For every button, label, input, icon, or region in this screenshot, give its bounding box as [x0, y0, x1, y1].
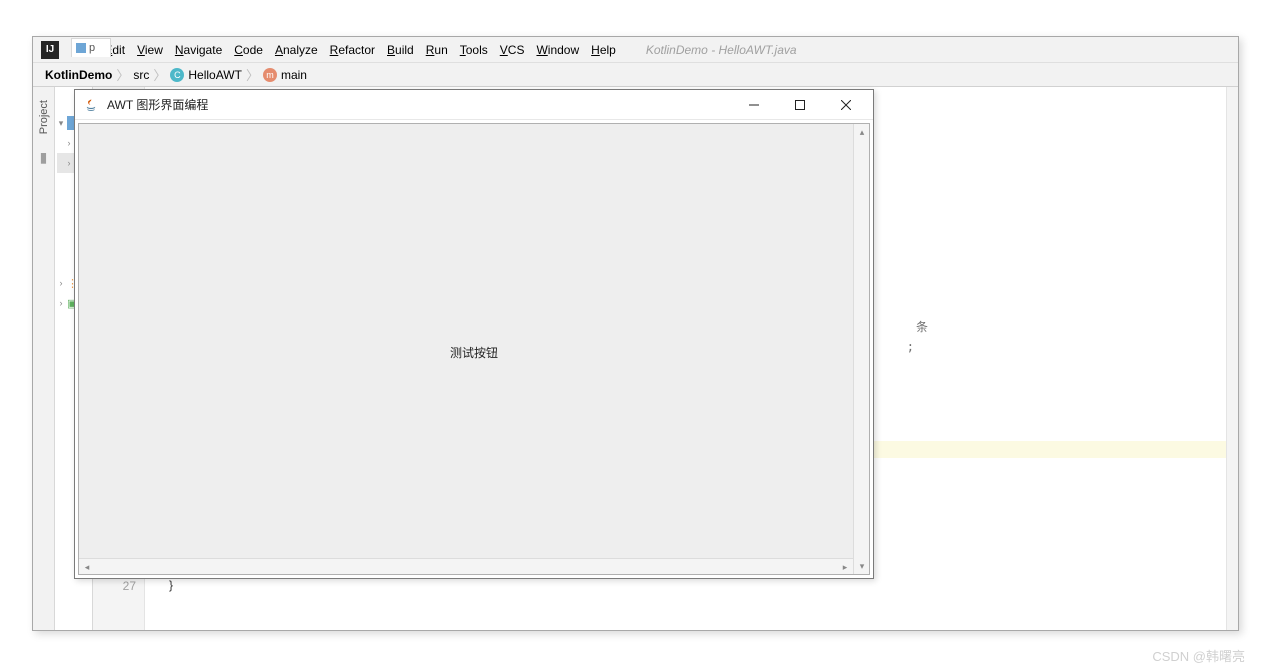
awt-body: 测试按钮 ▴ ▾ ◂ ▸	[75, 120, 873, 578]
breadcrumb-bar: KotlinDemo 〉 src 〉 C HelloAWT 〉 m main	[33, 63, 1238, 87]
project-tool-tab[interactable]: Project	[37, 95, 51, 139]
awt-scrollbar-vertical[interactable]: ▴ ▾	[853, 124, 869, 574]
scroll-down-icon[interactable]: ▾	[854, 558, 870, 574]
awt-title-text: AWT 图形界面编程	[107, 96, 731, 113]
crumb-project[interactable]: KotlinDemo	[39, 68, 118, 82]
side-tool-strip: Project ▮	[33, 87, 55, 630]
scroll-up-icon[interactable]: ▴	[854, 124, 870, 140]
chevron-right-icon: ›	[65, 138, 73, 148]
awt-panel: 测试按钮 ▴ ▾ ◂ ▸	[78, 123, 870, 575]
class-icon: C	[170, 68, 184, 82]
close-button[interactable]	[823, 90, 869, 120]
test-button[interactable]: 测试按钮	[450, 344, 498, 361]
maximize-button[interactable]	[777, 90, 823, 120]
crumb-file[interactable]: C HelloAWT	[164, 68, 248, 82]
menu-view[interactable]: View	[131, 41, 169, 59]
menu-tools[interactable]: Tools	[454, 41, 494, 59]
java-icon	[83, 97, 99, 113]
crumb-method-label: main	[281, 68, 307, 82]
chevron-right-icon: ›	[57, 278, 65, 288]
awt-window[interactable]: AWT 图形界面编程 测试按钮 ▴ ▾ ◂ ▸	[74, 89, 874, 579]
scroll-left-icon[interactable]: ◂	[79, 559, 95, 575]
menu-refactor[interactable]: Refactor	[324, 41, 381, 59]
crumb-file-label: HelloAWT	[188, 68, 242, 82]
tab-stub-text: p	[89, 42, 95, 54]
app-icon: IJ	[41, 41, 59, 59]
menu-navigate[interactable]: Navigate	[169, 41, 228, 59]
menubar: IJ File Edit View Navigate Code Analyze …	[33, 37, 1238, 63]
chevron-down-icon: ▾	[57, 118, 65, 129]
title-tail: KotlinDemo - HelloAWT.java	[646, 43, 797, 57]
minimize-button[interactable]	[731, 90, 777, 120]
crumb-src[interactable]: src	[127, 68, 155, 82]
menu-build[interactable]: Build	[381, 41, 420, 59]
tab-icon	[76, 43, 86, 53]
watermark: CSDN @韩曙亮	[1152, 646, 1245, 665]
editor-marker-bar[interactable]	[1226, 87, 1238, 630]
menu-help[interactable]: Help	[585, 41, 622, 59]
editor-tab-stub[interactable]: p	[71, 38, 111, 57]
menu-window[interactable]: Window	[530, 41, 585, 59]
chevron-right-icon: ›	[65, 158, 73, 168]
line-number: 27	[93, 578, 136, 595]
menu-vcs[interactable]: VCS	[494, 41, 531, 59]
chevron-right-icon: ›	[57, 298, 65, 308]
awt-scrollbar-horizontal[interactable]: ◂ ▸	[79, 558, 853, 574]
folder-icon: ▮	[40, 149, 48, 166]
method-icon: m	[263, 68, 277, 82]
code-fragment: ;	[907, 339, 914, 356]
code-fragment: 条	[916, 319, 928, 336]
crumb-method[interactable]: m main	[257, 68, 313, 82]
menu-code[interactable]: Code	[228, 41, 269, 59]
menu-analyze[interactable]: Analyze	[269, 41, 324, 59]
menu-run[interactable]: Run	[420, 41, 454, 59]
awt-titlebar[interactable]: AWT 图形界面编程	[75, 90, 873, 120]
code-line: }	[169, 577, 1238, 594]
scroll-right-icon[interactable]: ▸	[837, 559, 853, 575]
